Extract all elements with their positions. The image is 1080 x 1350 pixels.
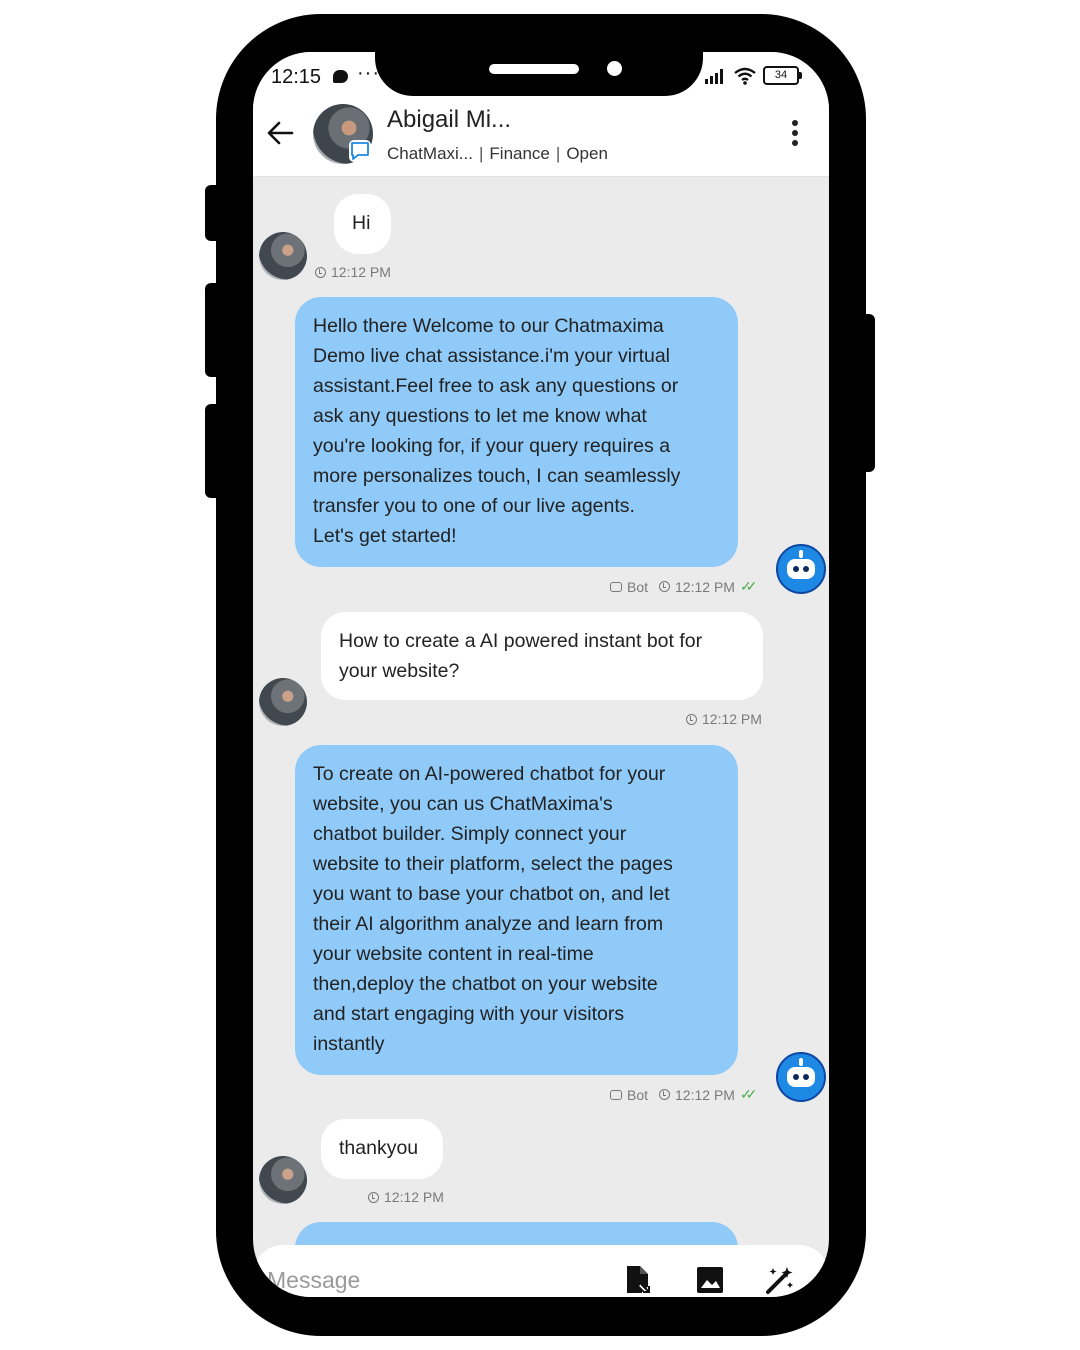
user-avatar	[259, 678, 307, 726]
message-meta: Bot 12:12 PM ✓✓	[610, 1086, 758, 1103]
attach-file-icon[interactable]	[623, 1265, 653, 1295]
phone-screen: 12:15 ··· 34 Abigail Mi... ChatMaxi... |…	[253, 52, 829, 1297]
message-time: 12:12 PM	[675, 1086, 735, 1103]
double-check-icon: ✓✓	[739, 1086, 758, 1102]
message-text: To create on AI-powered chatbot for your…	[313, 763, 673, 1055]
clock-icon	[659, 581, 671, 592]
message-text: thankyou	[339, 1137, 419, 1159]
outgoing-message: To create on AI-powered chatbot for your…	[295, 745, 738, 1075]
incoming-message: thankyou	[321, 1119, 443, 1179]
phone-notch	[375, 42, 703, 96]
message-meta: Bot 12:12 PM ✓✓	[610, 578, 758, 595]
message-time: 12:12 PM	[675, 578, 735, 595]
message-meta: 12:12 PM	[368, 1189, 444, 1205]
message-text: How to create a AI powered instant bot f…	[339, 630, 703, 682]
message-time: 12:12 PM	[702, 711, 762, 727]
incoming-message: Hi	[334, 194, 391, 254]
message-sender: Bot	[627, 1086, 649, 1103]
message-list[interactable]: Hi 12:12 PM Hello there Welcome to our C…	[253, 52, 829, 1297]
image-icon[interactable]	[695, 1265, 725, 1295]
front-camera	[607, 61, 622, 76]
magic-wand-icon[interactable]	[765, 1265, 795, 1295]
clock-icon	[368, 1191, 379, 1203]
message-meta: 12:12 PM	[315, 264, 391, 280]
double-check-icon: ✓✓	[739, 578, 758, 594]
volume-down-button	[205, 283, 225, 377]
clock-icon	[659, 1089, 671, 1100]
message-composer: Message	[253, 1245, 829, 1297]
clock-icon	[686, 713, 697, 725]
message-text: Hello there Welcome to our Chatmaxima De…	[313, 315, 681, 547]
bot-avatar	[776, 1052, 826, 1102]
message-time: 12:12 PM	[331, 264, 391, 280]
message-input[interactable]: Message	[267, 1267, 360, 1294]
user-avatar	[259, 1156, 307, 1204]
bot-icon	[610, 581, 622, 592]
power-button	[857, 314, 875, 472]
silent-button	[205, 404, 225, 498]
bot-avatar	[776, 544, 826, 594]
message-sender: Bot	[627, 578, 649, 595]
user-avatar	[259, 232, 307, 280]
clock-icon	[315, 266, 326, 278]
speaker-grille	[489, 64, 579, 74]
message-text: Hi	[352, 212, 371, 234]
bot-icon	[610, 1089, 622, 1100]
outgoing-message: Hello there Welcome to our Chatmaxima De…	[295, 297, 738, 567]
volume-up-button	[205, 185, 225, 241]
incoming-message: How to create a AI powered instant bot f…	[321, 612, 763, 700]
message-meta: 12:12 PM	[686, 711, 762, 727]
message-time: 12:12 PM	[384, 1189, 444, 1205]
